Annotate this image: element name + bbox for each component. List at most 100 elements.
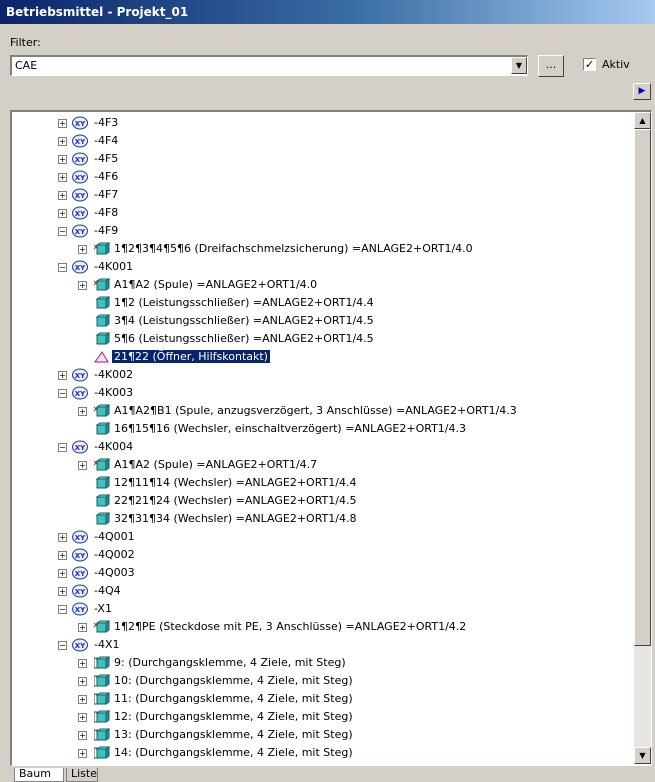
expand-icon[interactable]: + bbox=[58, 533, 67, 542]
tree-row[interactable]: +11: (Durchgangsklemme, 4 Ziele, mit Ste… bbox=[12, 690, 633, 708]
tree-row[interactable]: − XY -4K001 bbox=[12, 258, 633, 276]
tree-row[interactable]: + XY -4K002 bbox=[12, 366, 633, 384]
expand-icon[interactable]: + bbox=[58, 587, 67, 596]
expand-icon[interactable]: + bbox=[58, 209, 67, 218]
contact-component-icon bbox=[94, 422, 111, 436]
tree-row[interactable]: 5¶6 (Leistungsschließer) =ANLAGE2+ORT1/4… bbox=[12, 330, 633, 348]
arrow-right-icon[interactable]: ▶ bbox=[633, 83, 651, 100]
collapse-icon[interactable]: − bbox=[58, 605, 67, 614]
collapse-icon[interactable]: − bbox=[58, 227, 67, 236]
tree-row[interactable]: 16¶15¶16 (Wechsler, einschaltverzögert) … bbox=[12, 420, 633, 438]
filter-more-button[interactable]: ... bbox=[538, 55, 564, 77]
tree-row-label: A1¶A2 (Spule) =ANLAGE2+ORT1/4.7 bbox=[114, 458, 318, 471]
tree-row[interactable]: + XY -4Q002 bbox=[12, 546, 633, 564]
expand-icon[interactable]: + bbox=[78, 623, 87, 632]
collapse-icon[interactable]: − bbox=[58, 263, 67, 272]
expand-icon[interactable]: + bbox=[78, 713, 87, 722]
collapse-icon[interactable]: − bbox=[58, 443, 67, 452]
filter-combobox[interactable]: CAE ▼ bbox=[10, 55, 528, 76]
tree-row[interactable]: +13: (Durchgangsklemme, 4 Ziele, mit Ste… bbox=[12, 726, 633, 744]
expand-icon[interactable]: + bbox=[78, 695, 87, 704]
expand-icon[interactable]: + bbox=[78, 461, 87, 470]
expand-icon[interactable]: + bbox=[78, 281, 87, 290]
device-tree[interactable]: + XY -4F3 + XY -4F4 + XY -4F5 + XY -4F6 + XY -4F7 + XY -4… bbox=[10, 110, 652, 766]
filter-label: Filter: bbox=[10, 36, 41, 49]
collapse-icon[interactable]: − bbox=[58, 389, 67, 398]
tree-row[interactable]: +9: (Durchgangsklemme, 4 Ziele, mit Steg… bbox=[12, 654, 633, 672]
expand-icon[interactable]: + bbox=[58, 137, 67, 146]
terminal-component-icon bbox=[93, 710, 111, 724]
tree-row[interactable]: − XY -4K003 bbox=[12, 384, 633, 402]
tree-row-label: -4Q001 bbox=[94, 530, 135, 543]
tree-row[interactable]: + XY -4F7 bbox=[12, 186, 633, 204]
tree-row[interactable]: + A1¶A2 (Spule) =ANLAGE2+ORT1/4.0 bbox=[12, 276, 633, 294]
tree-row[interactable]: +10: (Durchgangsklemme, 4 Ziele, mit Ste… bbox=[12, 672, 633, 690]
tree-row[interactable]: + XY -4Q4 bbox=[12, 582, 633, 600]
expand-icon[interactable]: + bbox=[78, 677, 87, 686]
expand-icon[interactable]: + bbox=[58, 155, 67, 164]
tree-row[interactable]: + XY -4Q001 bbox=[12, 528, 633, 546]
tree-row[interactable]: + A1¶A2¶B1 (Spule, anzugsverzögert, 3 Ans… bbox=[12, 402, 633, 420]
tree-row-label: -4F6 bbox=[94, 170, 119, 183]
tree-row[interactable]: +1¶2¶3¶4¶5¶6 (Dreifachschmelzsicherung) … bbox=[12, 240, 633, 258]
aktiv-checkbox[interactable]: ✓ bbox=[583, 58, 596, 71]
tree-row[interactable]: 22¶21¶24 (Wechsler) =ANLAGE2+ORT1/4.5 bbox=[12, 492, 633, 510]
expand-icon[interactable]: + bbox=[78, 659, 87, 668]
vertical-scrollbar[interactable]: ▲ ▼ bbox=[634, 112, 651, 764]
device-xy-icon: XY bbox=[72, 116, 88, 130]
tree-row[interactable]: 21¶22 (Öffner, Hilfskontakt) bbox=[12, 348, 633, 366]
expand-icon[interactable]: + bbox=[58, 119, 67, 128]
scroll-thumb[interactable] bbox=[634, 129, 651, 646]
expand-icon[interactable]: + bbox=[58, 173, 67, 182]
expand-icon[interactable]: + bbox=[58, 551, 67, 560]
tree-row[interactable]: +12: (Durchgangsklemme, 4 Ziele, mit Ste… bbox=[12, 708, 633, 726]
tree-row-label: 32¶31¶34 (Wechsler) =ANLAGE2+ORT1/4.8 bbox=[114, 512, 357, 525]
tree-row[interactable]: + XY -4F3 bbox=[12, 114, 633, 132]
contact-component-icon bbox=[94, 476, 111, 490]
tree-row-label: 5¶6 (Leistungsschließer) =ANLAGE2+ORT1/4… bbox=[114, 332, 374, 345]
scroll-up-icon[interactable]: ▲ bbox=[634, 112, 651, 129]
tree-row[interactable]: + XY -4F5 bbox=[12, 150, 633, 168]
tree-row-label: 3¶4 (Leistungsschließer) =ANLAGE2+ORT1/4… bbox=[114, 314, 374, 327]
expand-icon[interactable]: + bbox=[58, 569, 67, 578]
tree-row[interactable]: + A1¶A2 (Spule) =ANLAGE2+ORT1/4.7 bbox=[12, 456, 633, 474]
tree-row[interactable]: +1¶2¶PE (Steckdose mit PE, 3 Anschlüsse)… bbox=[12, 618, 633, 636]
collapse-icon[interactable]: − bbox=[58, 641, 67, 650]
tab-baum[interactable]: Baum bbox=[14, 768, 64, 782]
tree-row[interactable]: 32¶31¶34 (Wechsler) =ANLAGE2+ORT1/4.8 bbox=[12, 510, 633, 528]
tab-liste[interactable]: Liste bbox=[66, 768, 98, 782]
tree-row[interactable]: 3¶4 (Leistungsschließer) =ANLAGE2+ORT1/4… bbox=[12, 312, 633, 330]
device-xy-icon: XY bbox=[72, 440, 88, 454]
tree-row-label: -4F8 bbox=[94, 206, 119, 219]
chevron-down-icon[interactable]: ▼ bbox=[511, 57, 527, 74]
tree-row[interactable]: 12¶11¶14 (Wechsler) =ANLAGE2+ORT1/4.4 bbox=[12, 474, 633, 492]
window-title: Betriebsmittel - Projekt_01 bbox=[0, 0, 655, 24]
tree-row[interactable]: + XY -4F6 bbox=[12, 168, 633, 186]
expand-icon[interactable]: + bbox=[78, 731, 87, 740]
contact-component-icon bbox=[94, 512, 111, 526]
tree-row[interactable]: + XY -4Q003 bbox=[12, 564, 633, 582]
tree-row[interactable]: − XY -4F9 bbox=[12, 222, 633, 240]
scroll-down-icon[interactable]: ▼ bbox=[634, 747, 651, 764]
tree-row-label: 13: (Durchgangsklemme, 4 Ziele, mit Steg… bbox=[114, 728, 353, 741]
svg-text:XY: XY bbox=[75, 390, 86, 398]
expand-icon[interactable]: + bbox=[78, 749, 87, 758]
tree-row-label: -4Q4 bbox=[94, 584, 121, 597]
svg-text:XY: XY bbox=[75, 534, 86, 542]
tree-row[interactable]: − XY -4K004 bbox=[12, 438, 633, 456]
expand-icon[interactable]: + bbox=[58, 191, 67, 200]
device-xy-icon: XY bbox=[72, 566, 88, 580]
tree-row[interactable]: +14: (Durchgangsklemme, 4 Ziele, mit Ste… bbox=[12, 744, 633, 762]
expand-icon[interactable]: + bbox=[78, 245, 87, 254]
contact-component-icon bbox=[94, 314, 111, 328]
tree-row[interactable]: − XY -X1 bbox=[12, 600, 633, 618]
tree-row[interactable]: + XY -4F4 bbox=[12, 132, 633, 150]
svg-text:XY: XY bbox=[75, 192, 86, 200]
tree-row[interactable]: − XY -4X1 bbox=[12, 636, 633, 654]
tree-row[interactable]: + XY -4F8 bbox=[12, 204, 633, 222]
expand-icon[interactable]: + bbox=[58, 371, 67, 380]
tree-row-label: -4F4 bbox=[94, 134, 119, 147]
expand-icon[interactable]: + bbox=[78, 407, 87, 416]
tree-row[interactable]: 1¶2 (Leistungsschließer) =ANLAGE2+ORT1/4… bbox=[12, 294, 633, 312]
tree-row-label: 12¶11¶14 (Wechsler) =ANLAGE2+ORT1/4.4 bbox=[114, 476, 357, 489]
